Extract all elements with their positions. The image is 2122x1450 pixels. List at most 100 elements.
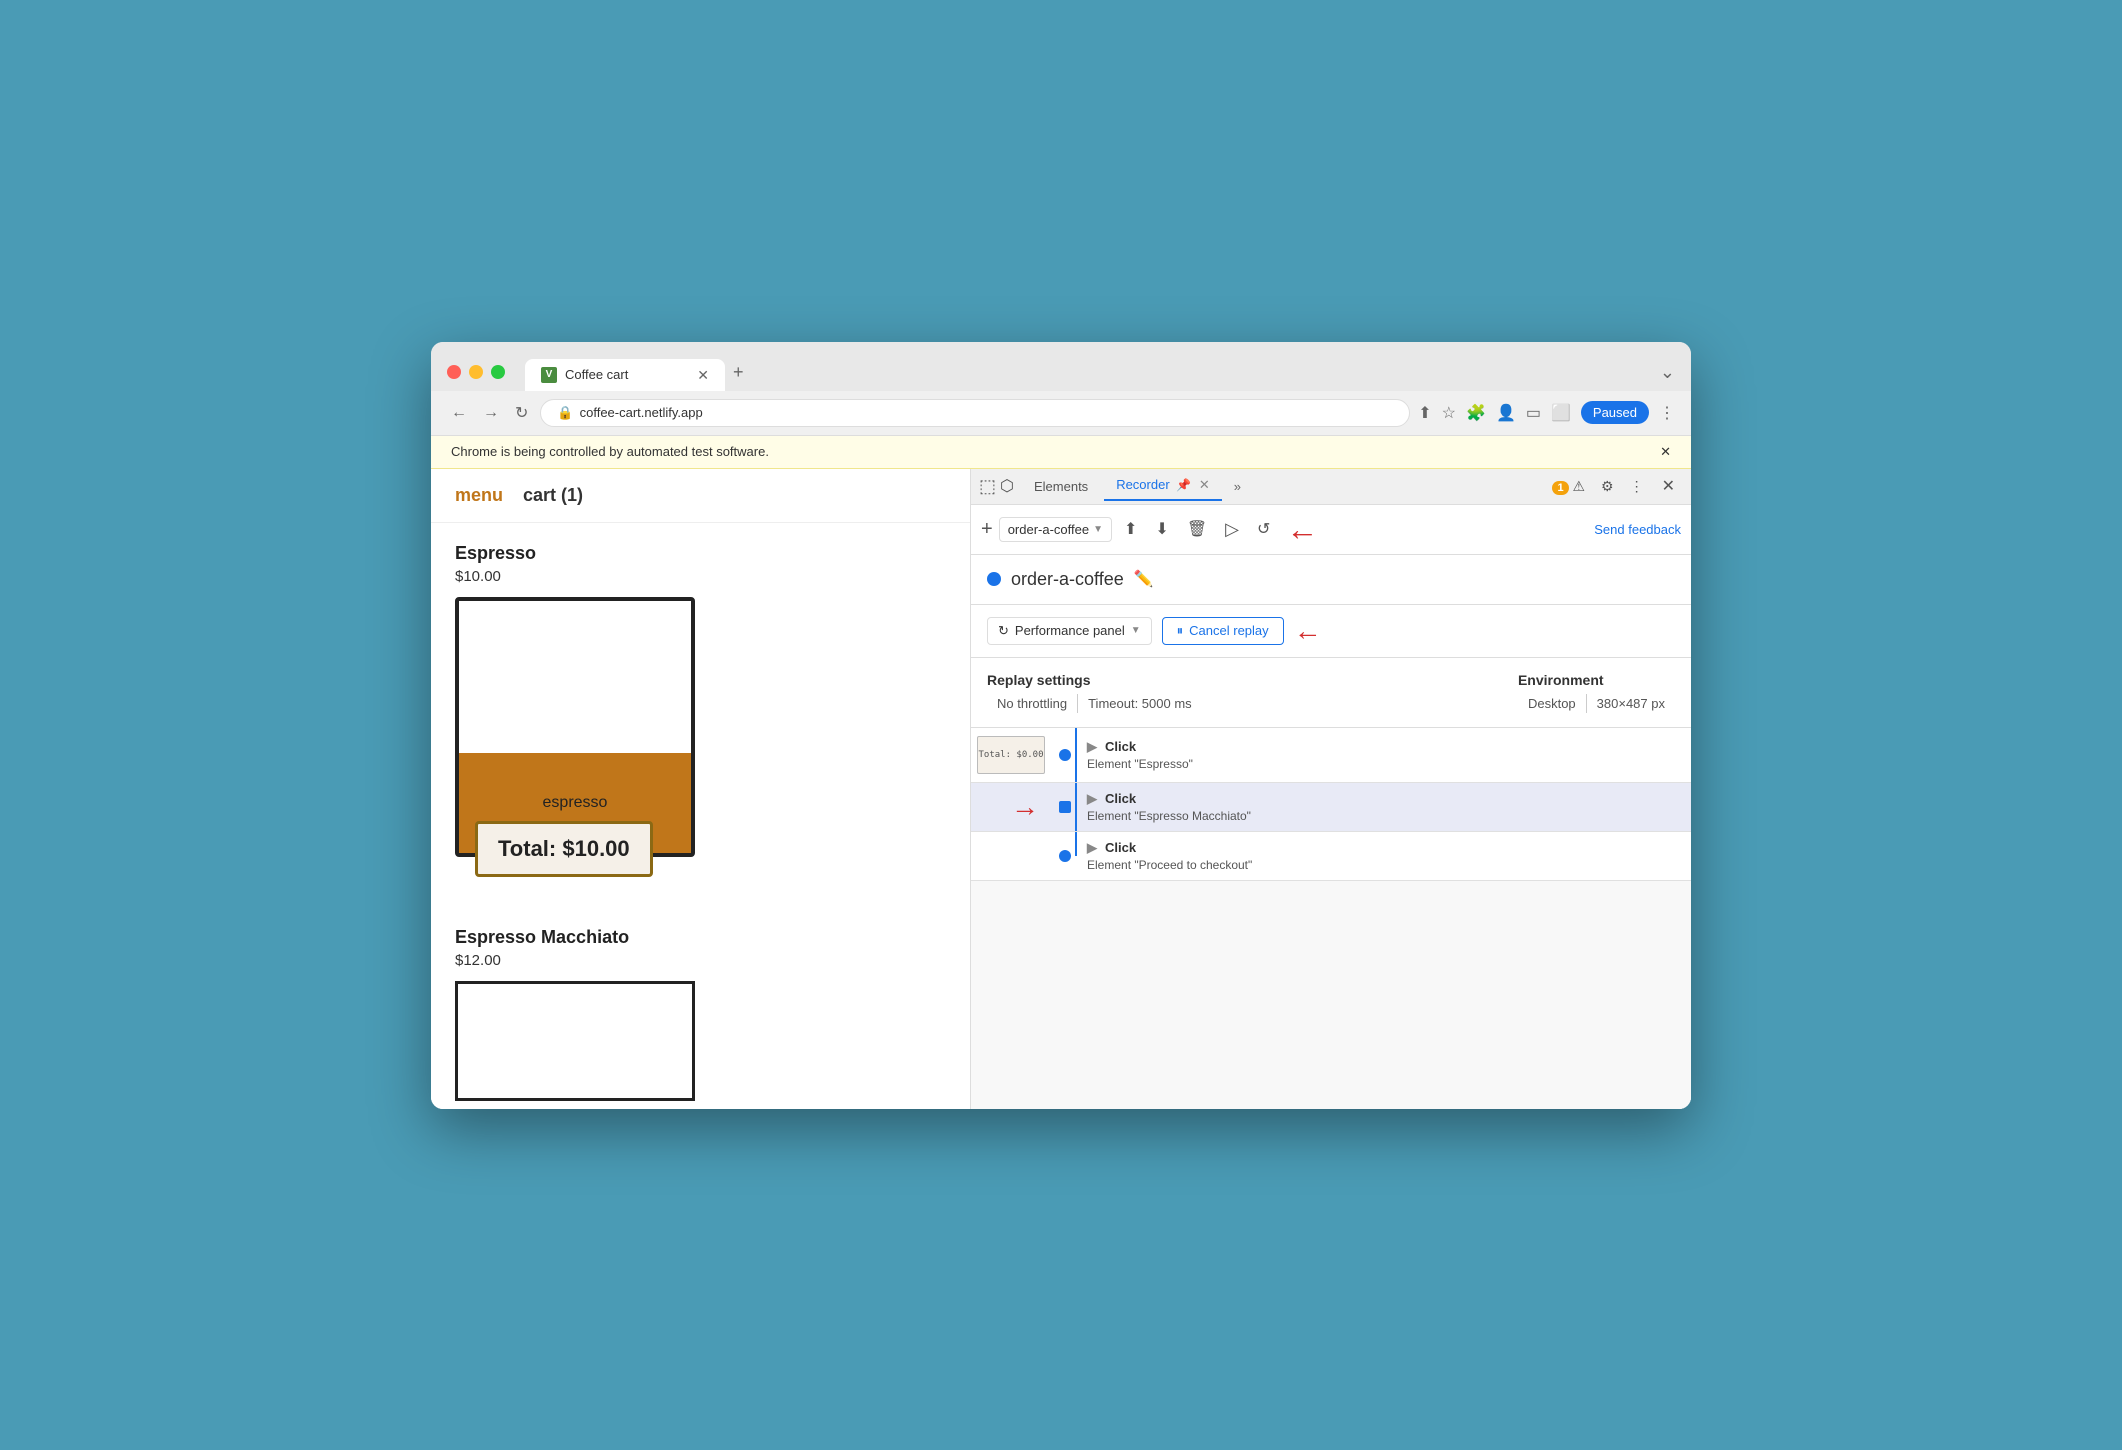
product-espresso: Espresso $10.00 espresso Total: $10.00	[455, 543, 946, 857]
timeout-value: Timeout: 5000 ms	[1077, 694, 1202, 713]
coffee-fill-label: espresso	[543, 794, 608, 812]
add-recording-button[interactable]: +	[981, 518, 993, 541]
website-body: Espresso $10.00 espresso Total: $10.00	[431, 523, 970, 1109]
extensions-icon[interactable]: 🧩	[1466, 403, 1486, 423]
tab-favicon: V	[541, 367, 557, 383]
product-macchiato-name: Espresso Macchiato	[455, 927, 946, 948]
recording-status-dot	[987, 572, 1001, 586]
url-text: coffee-cart.netlify.app	[580, 405, 703, 420]
devtools-pointer-icon[interactable]: ⬚	[979, 476, 996, 497]
replay-red-arrow: ←	[1294, 615, 1322, 647]
tab-close-button[interactable]: ✕	[697, 368, 709, 382]
step-row[interactable]: → ▶ Click Element "Espresso Macchiato"	[971, 783, 1691, 832]
more-options-button[interactable]: ⋮	[1624, 474, 1650, 499]
recorder-close-icon[interactable]: ✕	[1199, 477, 1210, 492]
perf-panel-chevron-icon: ▼	[1131, 625, 1141, 636]
nav-cart-link[interactable]: cart (1)	[523, 485, 583, 506]
env-values: Desktop 380×487 px	[1518, 694, 1675, 713]
maximize-button[interactable]	[491, 365, 505, 379]
reload-button[interactable]: ↻	[511, 399, 532, 427]
issues-badge: 1	[1552, 481, 1568, 495]
product-espresso-price: $10.00	[455, 568, 946, 585]
settings-button[interactable]: ⚙	[1595, 474, 1620, 499]
step-expand-icon[interactable]: ▶	[1087, 739, 1097, 755]
settings-panel: Replay settings No throttling Timeout: 5…	[971, 658, 1691, 728]
step-detail: Element "Proceed to checkout"	[1087, 858, 1691, 872]
timeline-dot	[1059, 749, 1071, 761]
devtools-more-tabs[interactable]: »	[1226, 475, 1249, 498]
automation-notice: Chrome is being controlled by automated …	[431, 436, 1691, 469]
split-view-icon[interactable]: ⬜	[1551, 403, 1571, 423]
step-expand-icon[interactable]: ▶	[1087, 791, 1097, 807]
step-detail: Element "Espresso"	[1087, 757, 1691, 771]
step-action-label: Click	[1105, 791, 1136, 806]
timeline-col	[1051, 749, 1079, 761]
new-tab-button[interactable]: +	[725, 354, 752, 391]
recording-header: order-a-coffee ✏️	[971, 555, 1691, 605]
profile-icon[interactable]: 👤	[1496, 403, 1516, 423]
menu-icon[interactable]: ⋮	[1659, 403, 1675, 423]
selector-chevron-icon: ▼	[1093, 524, 1103, 535]
nav-menu-link[interactable]: menu	[455, 485, 503, 506]
step-row[interactable]: Total: $0.00 ▶ Click Element "Espresso"	[971, 728, 1691, 783]
browser-window: V Coffee cart ✕ + ⌄ ← → ↻ 🔒 coffee-cart.…	[431, 342, 1691, 1109]
forward-button[interactable]: →	[479, 400, 503, 426]
address-input[interactable]: 🔒 coffee-cart.netlify.app	[540, 399, 1410, 427]
address-bar: ← → ↻ 🔒 coffee-cart.netlify.app ⬆ ☆ 🧩 👤 …	[431, 391, 1691, 436]
slow-replay-button[interactable]: ↺	[1251, 515, 1276, 543]
export-button[interactable]: ⬆	[1118, 515, 1143, 543]
replay-button[interactable]: ▷	[1219, 515, 1245, 544]
mug-handle	[691, 651, 695, 731]
close-button[interactable]	[447, 365, 461, 379]
tabs-area: V Coffee cart ✕ +	[525, 354, 1648, 391]
environment-section: Environment Desktop 380×487 px	[1518, 672, 1675, 713]
recording-edit-button[interactable]: ✏️	[1134, 569, 1154, 589]
automation-notice-close[interactable]: ✕	[1660, 444, 1671, 460]
recording-selector[interactable]: order-a-coffee ▼	[999, 517, 1112, 542]
replay-controls: ↻ Performance panel ▼ ⏸ Cancel replay ←	[971, 605, 1691, 658]
resolution-value: 380×487 px	[1586, 694, 1675, 713]
devtools-pane: ⬚ ⬡ Elements Recorder 📌 ✕ » 1 ⚠ ⚙ ⋮ ✕	[971, 469, 1691, 1109]
title-bar: V Coffee cart ✕ + ⌄	[431, 342, 1691, 391]
back-button[interactable]: ←	[447, 400, 471, 426]
coffee-mug-container: espresso Total: $10.00	[455, 597, 715, 857]
send-feedback-link[interactable]: Send feedback	[1594, 522, 1681, 537]
issues-button[interactable]: 1 ⚠	[1546, 474, 1591, 499]
delete-button[interactable]: 🗑	[1181, 515, 1213, 543]
step-expand-icon[interactable]: ▶	[1087, 840, 1097, 856]
timeline-col	[1051, 850, 1079, 862]
desktop-value: Desktop	[1518, 694, 1586, 713]
step-action: ▶ Click	[1087, 840, 1691, 856]
tab-recorder[interactable]: Recorder 📌 ✕	[1104, 471, 1222, 501]
performance-panel-button[interactable]: ↻ Performance panel ▼	[987, 617, 1152, 645]
import-button[interactable]: ⬇	[1149, 515, 1174, 543]
product-macchiato: Espresso Macchiato $12.00	[455, 927, 946, 1101]
step-row[interactable]: ▶ Click Element "Proceed to checkout"	[971, 832, 1691, 881]
devtools-right-icons: 1 ⚠ ⚙ ⋮ ✕	[1546, 472, 1683, 500]
devtools-close-button[interactable]: ✕	[1654, 472, 1683, 500]
minimize-button[interactable]	[469, 365, 483, 379]
cast-icon[interactable]: ▭	[1526, 403, 1541, 423]
product-macchiato-box	[455, 981, 695, 1101]
product-espresso-name: Espresso	[455, 543, 946, 564]
tab-elements[interactable]: Elements	[1022, 473, 1100, 500]
cancel-replay-button[interactable]: ⏸ Cancel replay	[1162, 617, 1284, 645]
star-icon[interactable]: ☆	[1442, 403, 1456, 423]
devtools-inspect-icon[interactable]: ⬡	[1000, 476, 1014, 496]
step-red-arrow: →	[1011, 791, 1039, 823]
active-tab[interactable]: V Coffee cart ✕	[525, 359, 725, 391]
website-pane: menu cart (1) Espresso $10.00 espresso	[431, 469, 971, 1109]
cancel-replay-label: Cancel replay	[1189, 623, 1269, 638]
perf-panel-label: Performance panel	[1015, 623, 1125, 638]
product-macchiato-price: $12.00	[455, 952, 946, 969]
step-content: ▶ Click Element "Espresso Macchiato"	[1079, 791, 1691, 823]
pause-icon: ⏸	[1177, 623, 1184, 639]
step-detail: Element "Espresso Macchiato"	[1087, 809, 1691, 823]
recorder-toolbar: + order-a-coffee ▼ ⬆ ⬇ 🗑 ▷ ↺ ← Send feed…	[971, 505, 1691, 555]
paused-badge: Paused	[1581, 401, 1649, 424]
step-screenshot: Total: $0.00	[971, 736, 1051, 774]
traffic-lights	[447, 365, 505, 379]
recorder-pin-icon: 📌	[1176, 478, 1191, 492]
share-icon[interactable]: ⬆	[1418, 403, 1431, 423]
step-action-label: Click	[1105, 840, 1136, 855]
